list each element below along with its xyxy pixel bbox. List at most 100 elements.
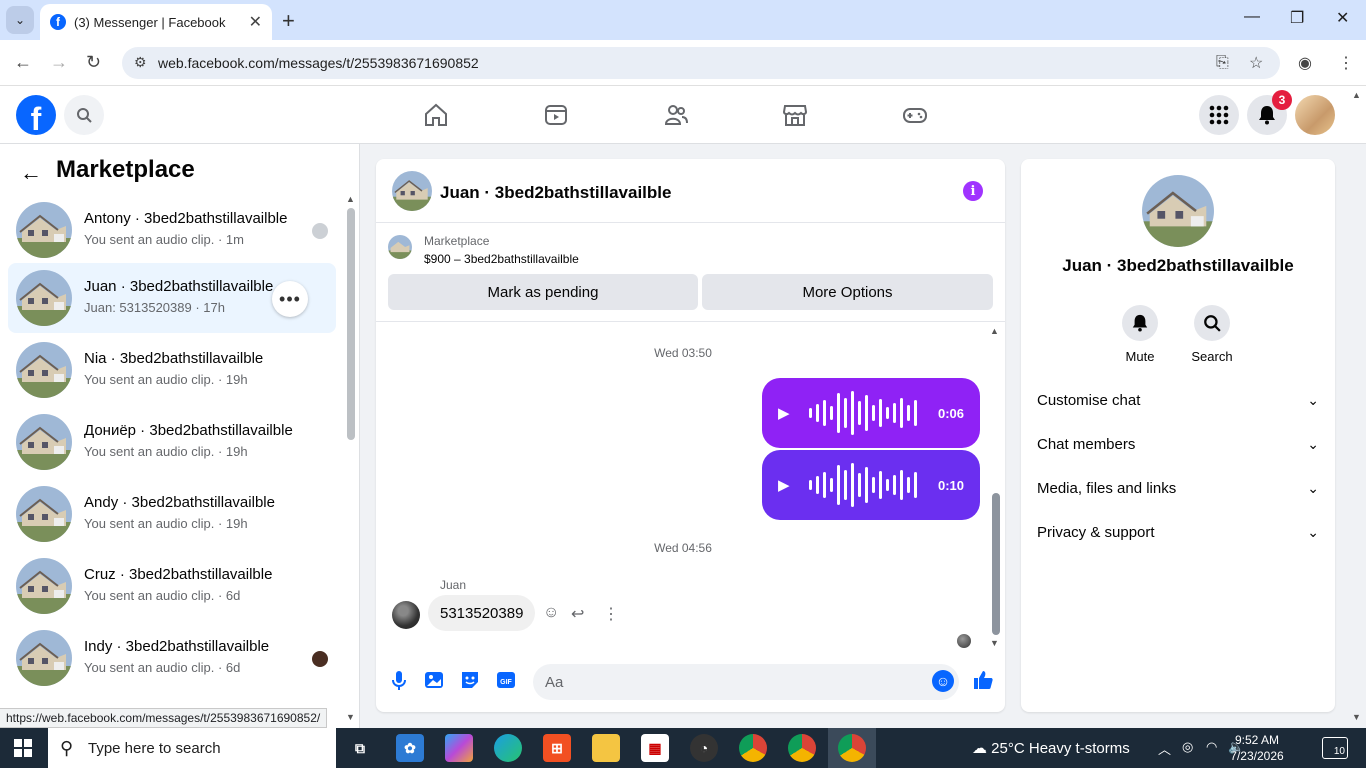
mark-as-pending-button[interactable]: Mark as pending [388, 274, 698, 310]
wifi-icon[interactable]: ◠ [1206, 739, 1217, 755]
wpm-app-icon[interactable]: ◔ [690, 734, 718, 762]
reply-icon[interactable]: ↩ [571, 604, 584, 624]
customise-chat-section[interactable]: Customise chat ⌄ [1037, 380, 1319, 420]
mute-button[interactable]: Mute [1110, 305, 1170, 364]
windows-start-icon[interactable] [14, 739, 32, 757]
reload-icon[interactable]: ↻ [86, 52, 101, 73]
react-emoji-icon[interactable]: ☺ [543, 604, 559, 622]
house-thumbnail [16, 414, 72, 470]
scroll-up-arrow-icon[interactable]: ▲ [990, 326, 999, 336]
weather-widget[interactable]: ☁ 25°C Heavy t-storms [972, 739, 1130, 757]
emoji-icon[interactable]: ☺ [932, 670, 954, 692]
more-actions-icon[interactable]: ⋮ [603, 604, 619, 624]
conversation-preview: You sent an audio clip. · 6d [84, 588, 241, 603]
media-files-links-section[interactable]: Media, files and links ⌄ [1037, 468, 1319, 508]
edge-icon[interactable] [494, 734, 522, 762]
menu-grid-icon[interactable] [1199, 95, 1239, 135]
restore-button[interactable]: ❐ [1290, 8, 1304, 28]
close-window-button[interactable]: ✕ [1336, 8, 1349, 28]
sender-avatar[interactable] [392, 601, 420, 629]
photo-icon[interactable] [423, 669, 445, 691]
calendar-app-icon[interactable]: ▦ [641, 734, 669, 762]
facebook-logo-icon[interactable]: f [16, 95, 56, 135]
more-options-icon[interactable]: ••• [272, 281, 308, 317]
audio-message[interactable]: ▶ 0:06 [762, 378, 980, 448]
chevron-down-icon: ⌄ [1307, 391, 1319, 408]
back-arrow-icon[interactable]: ← [20, 160, 42, 186]
new-tab-button[interactable]: + [282, 8, 295, 34]
install-app-icon[interactable]: ⎘ [1216, 54, 1229, 72]
conversation-item[interactable]: Indy · 3bed2bathstillavailble You sent a… [8, 623, 336, 693]
gaming-icon[interactable] [902, 102, 928, 128]
home-icon[interactable] [423, 102, 449, 128]
contact-house-photo[interactable] [1142, 175, 1214, 247]
message-thread-scrollbar[interactable] [992, 493, 1000, 635]
search-in-chat-button[interactable]: Search [1182, 305, 1242, 364]
info-icon[interactable]: i [963, 181, 983, 201]
friends-icon[interactable] [663, 102, 689, 128]
chrome-active-icon[interactable] [838, 734, 866, 762]
play-icon[interactable]: ▶ [778, 404, 790, 422]
chrome-icon[interactable] [739, 734, 767, 762]
browser-menu-icon[interactable]: ⋮ [1338, 53, 1354, 73]
profile-icon[interactable]: ◉ [1298, 53, 1312, 73]
browser-tab[interactable]: f (3) Messenger | Facebook ✕ [40, 4, 272, 40]
conversation-preview: Juan: 5313520389 · 17h [84, 300, 225, 315]
app-icon[interactable]: ✿ [396, 734, 424, 762]
gif-icon[interactable]: GIF [495, 669, 517, 691]
seen-avatar-icon [312, 223, 328, 239]
system-clock[interactable]: 9:52 AM 7/23/2026 [1222, 732, 1292, 764]
chat-house-avatar[interactable] [392, 171, 432, 211]
audio-waveform [802, 388, 924, 438]
chat-title[interactable]: Juan · 3bed2bathstillavailble [440, 183, 671, 203]
account-avatar[interactable] [1295, 95, 1335, 135]
tray-app-icon[interactable]: ◎ [1182, 739, 1193, 755]
sticker-icon[interactable] [459, 669, 481, 691]
taskbar-search-box[interactable]: ⚲ Type here to search [48, 728, 336, 768]
conversation-item[interactable]: Juan · 3bed2bathstillavailble Juan: 5313… [8, 263, 336, 333]
chrome-profile-icon[interactable] [788, 734, 816, 762]
minimize-button[interactable]: — [1244, 8, 1260, 26]
thumbs-up-icon[interactable] [972, 669, 994, 691]
file-explorer-icon[interactable] [592, 734, 620, 762]
video-icon[interactable] [543, 102, 569, 128]
weather-cloud-icon: ☁ [972, 740, 992, 757]
privacy-support-section[interactable]: Privacy & support ⌄ [1037, 512, 1319, 552]
message-thread: Wed 03:50 ▶ 0:06 ▶ 0:10 Wed 04:56 Juan 5… [376, 321, 1005, 653]
conversation-item[interactable]: Nia · 3bed2bathstillavailble You sent an… [8, 335, 336, 405]
show-hidden-icons-icon[interactable]: ︿ [1158, 739, 1171, 758]
conversation-item[interactable]: Cruz · 3bed2bathstillavailble You sent a… [8, 551, 336, 621]
page-scroll-up-icon[interactable]: ▲ [1352, 90, 1361, 100]
scroll-down-arrow-icon[interactable]: ▼ [346, 712, 355, 722]
page-scroll-down-icon[interactable]: ▼ [1352, 712, 1361, 722]
conversation-list-scrollbar[interactable] [347, 208, 355, 440]
marketplace-icon[interactable] [782, 102, 808, 128]
conversation-item[interactable]: Antony · 3bed2bathstillavailble You sent… [8, 195, 336, 265]
scroll-down-arrow-icon[interactable]: ▼ [990, 638, 999, 648]
back-icon[interactable]: ← [14, 52, 32, 73]
message-input[interactable]: Aa [533, 664, 959, 700]
message-bubble[interactable]: 5313520389 [428, 595, 536, 631]
forward-icon[interactable]: → [50, 52, 68, 73]
more-options-button[interactable]: More Options [702, 274, 993, 310]
microphone-icon[interactable] [388, 669, 410, 691]
microsoft-store-icon[interactable]: ⊞ [543, 734, 571, 762]
chat-panel: Juan · 3bed2bathstillavailble i Marketpl… [376, 159, 1005, 712]
chat-members-section[interactable]: Chat members ⌄ [1037, 424, 1319, 464]
site-info-icon[interactable]: ⚙ [134, 54, 147, 71]
play-icon[interactable]: ▶ [778, 476, 790, 494]
search-icon[interactable] [64, 95, 104, 135]
audio-message[interactable]: ▶ 0:10 [762, 450, 980, 520]
conversation-item[interactable]: Andy · 3bed2bathstillavailble You sent a… [8, 479, 336, 549]
task-view-icon[interactable]: ⧉ [346, 734, 374, 762]
address-bar[interactable]: ⚙ web.facebook.com/messages/t/2553983671… [122, 47, 1280, 79]
bookmark-star-icon[interactable]: ☆ [1249, 53, 1263, 73]
copilot-icon[interactable] [445, 734, 473, 762]
scroll-up-arrow-icon[interactable]: ▲ [346, 194, 355, 204]
listing-title[interactable]: $900 – 3bed2bathstillavailble [424, 252, 579, 266]
tab-search-menu-button[interactable]: ⌄ [6, 6, 34, 34]
close-tab-icon[interactable]: ✕ [249, 12, 262, 32]
notification-center-icon[interactable]: 10 [1322, 737, 1348, 759]
browser-toolbar: ← → ↻ ⚙ web.facebook.com/messages/t/2553… [0, 40, 1366, 86]
conversation-item[interactable]: Дониёр · 3bed2bathstillavailble You sent… [8, 407, 336, 477]
